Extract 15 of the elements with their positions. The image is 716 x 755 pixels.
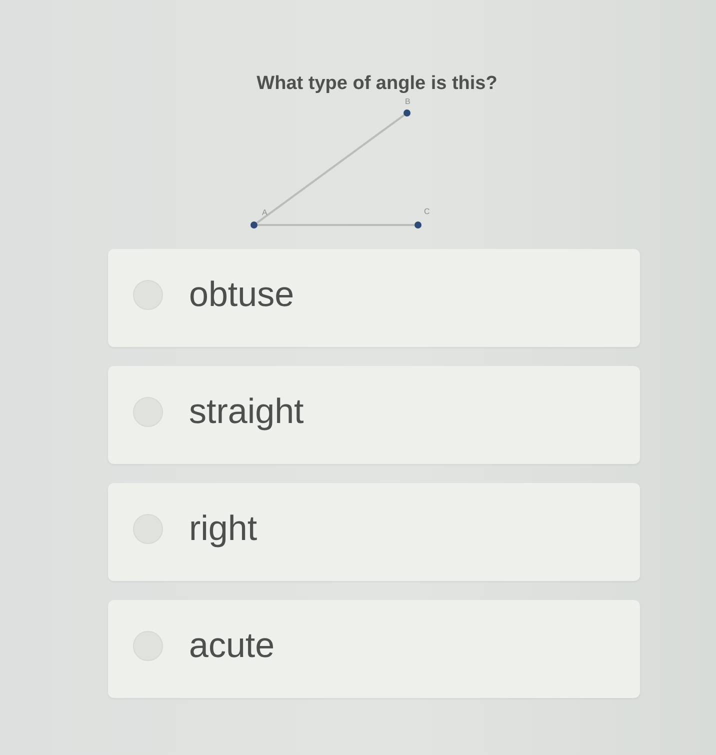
point-label: B bbox=[405, 97, 410, 106]
answer-option[interactable]: straight bbox=[108, 366, 640, 464]
radio-button[interactable] bbox=[133, 397, 163, 427]
point-dot-icon bbox=[404, 110, 410, 116]
point-label: C bbox=[424, 207, 430, 216]
radio-button[interactable] bbox=[133, 631, 163, 661]
question-text: What type of angle is this? bbox=[256, 73, 498, 95]
answer-option[interactable]: right bbox=[108, 483, 640, 581]
radio-button[interactable] bbox=[133, 514, 163, 544]
answer-option[interactable]: obtuse bbox=[108, 249, 640, 347]
point-dot-icon bbox=[414, 222, 422, 228]
point-dot-icon bbox=[250, 222, 258, 228]
answer-option[interactable]: acute bbox=[108, 600, 640, 698]
point-label: A bbox=[262, 208, 268, 217]
radio-button[interactable] bbox=[133, 280, 163, 310]
